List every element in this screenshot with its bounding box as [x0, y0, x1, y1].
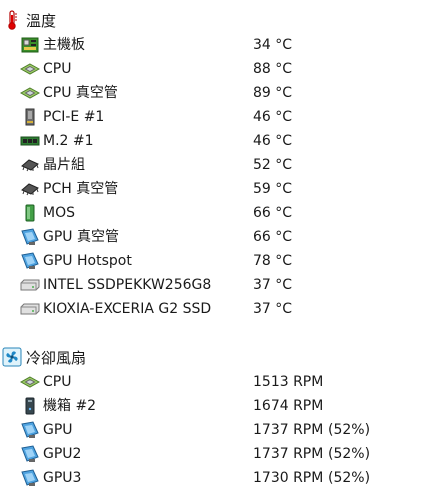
chipset-icon: [20, 180, 40, 198]
m2-ssd-icon: [20, 132, 40, 150]
fan-duty-percent: (52%): [328, 446, 371, 462]
sensor-row-pch[interactable]: PCH 真空管 59 °C: [0, 178, 441, 200]
fan-duty-percent: (52%): [328, 422, 371, 438]
chipset-icon: [20, 156, 40, 174]
case-icon: [20, 397, 40, 415]
sensor-row-gpu-package[interactable]: GPU 真空管 66 °C: [0, 226, 441, 248]
fan-row-gpu2[interactable]: GPU2 1737 RPM (52%): [0, 443, 441, 465]
sensor-row-cpu-package[interactable]: CPU 真空管 89 °C: [0, 82, 441, 104]
sensor-value: 78 °C: [253, 253, 293, 269]
sensor-row-m2[interactable]: M.2 #1 46 °C: [0, 130, 441, 152]
fan-label: GPU: [43, 422, 73, 438]
sensor-value: 46 °C: [253, 109, 293, 125]
sensor-value: 66 °C: [253, 229, 293, 245]
fan-icon: [2, 347, 22, 367]
fan-speed: 1513 RPM: [253, 374, 324, 390]
fan-label: GPU3: [43, 470, 82, 486]
fan-row-gpu[interactable]: GPU 1737 RPM (52%): [0, 419, 441, 441]
cpu-chip-icon: [20, 60, 40, 78]
sensor-label: MOS: [43, 205, 75, 221]
sensor-row-pcie[interactable]: PCI-E #1 46 °C: [0, 106, 441, 128]
sensor-value: 52 °C: [253, 157, 293, 173]
mosfet-icon: [20, 204, 40, 222]
sensor-row-chipset[interactable]: 晶片組 52 °C: [0, 154, 441, 176]
fan-label: CPU: [43, 374, 72, 390]
sensor-label: M.2 #1: [43, 133, 94, 149]
sensor-label: PCH 真空管: [43, 181, 119, 197]
sensor-label: 主機板: [43, 37, 85, 53]
sensor-value: 89 °C: [253, 85, 293, 101]
sensor-label: PCI-E #1: [43, 109, 105, 125]
gpu-icon: [20, 445, 40, 463]
sensor-value: 59 °C: [253, 181, 293, 197]
pcie-card-icon: [20, 108, 40, 126]
sensor-value: 66 °C: [253, 205, 293, 221]
sensor-label: CPU: [43, 61, 72, 77]
sensor-label: INTEL SSDPEKKW256G8: [43, 277, 212, 293]
fan-row-case-2[interactable]: 機箱 #2 1674 RPM: [0, 395, 441, 417]
sensor-value: 34 °C: [253, 37, 293, 53]
sensor-label: GPU Hotspot: [43, 253, 132, 269]
sensor-label: CPU 真空管: [43, 85, 118, 101]
temperatures-section-title: 溫度: [26, 11, 57, 30]
fans-section-title: 冷卻風扇: [26, 348, 87, 367]
sensor-row-motherboard[interactable]: 主機板 34 °C: [0, 34, 441, 56]
sensor-value: 46 °C: [253, 133, 293, 149]
sensor-label: 晶片組: [43, 157, 85, 173]
cpu-chip-icon: [20, 373, 40, 391]
gpu-icon: [20, 228, 40, 246]
sensor-label: KIOXIA-EXCERIA G2 SSD: [43, 301, 212, 317]
drive-icon: [20, 276, 40, 294]
drive-icon: [20, 300, 40, 318]
thermometer-icon: [2, 10, 22, 30]
gpu-icon: [20, 421, 40, 439]
cpu-chip-icon: [20, 84, 40, 102]
sensor-value: 37 °C: [253, 301, 293, 317]
motherboard-icon: [20, 36, 40, 54]
sensor-label: GPU 真空管: [43, 229, 119, 245]
sensor-value: 88 °C: [253, 61, 293, 77]
fan-speed: 1674 RPM: [253, 398, 324, 414]
temperatures-section-header: 溫度: [0, 9, 56, 31]
fan-duty-percent: (52%): [328, 470, 371, 486]
gpu-icon: [20, 469, 40, 487]
fan-label: GPU2: [43, 446, 82, 462]
fans-section-header: 冷卻風扇: [0, 346, 86, 368]
sensor-row-cpu[interactable]: CPU 88 °C: [0, 58, 441, 80]
sensor-row-gpu-hotspot[interactable]: GPU Hotspot 78 °C: [0, 250, 441, 272]
fan-row-cpu[interactable]: CPU 1513 RPM: [0, 371, 441, 393]
fan-speed: 1737 RPM: [253, 422, 324, 438]
sensor-row-intel-ssd[interactable]: INTEL SSDPEKKW256G8 37 °C: [0, 274, 441, 296]
fan-row-gpu3[interactable]: GPU3 1730 RPM (52%): [0, 467, 441, 489]
fan-label: 機箱 #2: [43, 398, 97, 414]
fan-speed: 1737 RPM: [253, 446, 324, 462]
sensor-row-kioxia-ssd[interactable]: KIOXIA-EXCERIA G2 SSD 37 °C: [0, 298, 441, 320]
sensor-value: 37 °C: [253, 277, 293, 293]
fan-speed: 1730 RPM: [253, 470, 324, 486]
gpu-icon: [20, 252, 40, 270]
sensor-row-mos[interactable]: MOS 66 °C: [0, 202, 441, 224]
